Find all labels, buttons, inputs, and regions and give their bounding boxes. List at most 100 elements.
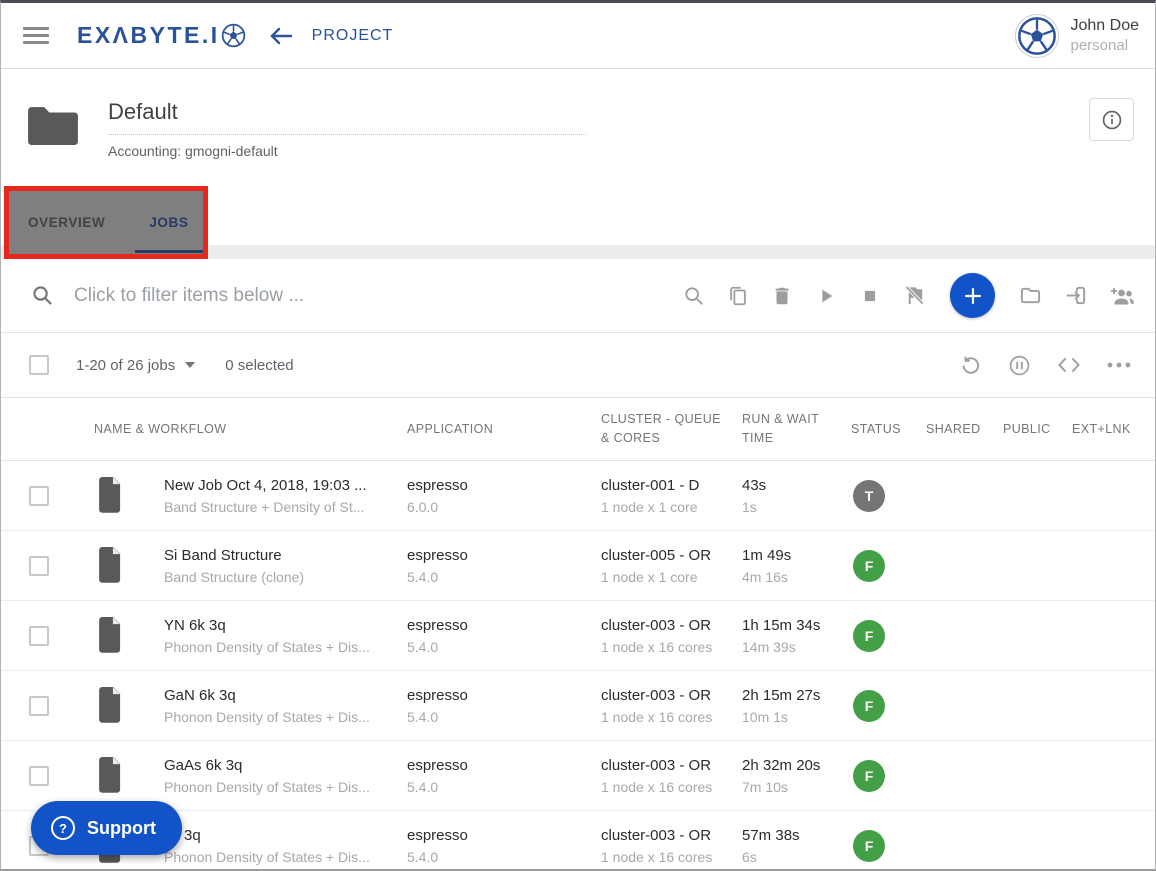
- selected-count: 0 selected: [225, 357, 293, 374]
- project-header: Default Accounting: gmogni-default: [1, 69, 1155, 185]
- job-version: 5.4.0: [407, 709, 601, 725]
- col-name-workflow[interactable]: NAME & WORKFLOW: [94, 420, 407, 439]
- user-menu[interactable]: John Doe personal: [1015, 14, 1140, 58]
- status-badge: F: [853, 760, 885, 792]
- job-version: 5.4.0: [407, 779, 601, 795]
- job-cluster: cluster-003 - OR: [601, 687, 742, 704]
- col-ext-lnk[interactable]: EXT+LNK: [1072, 420, 1155, 439]
- support-button[interactable]: ? Support: [31, 801, 182, 855]
- job-name: New Job Oct 4, 2018, 19:03 ...: [164, 477, 407, 494]
- row-checkbox[interactable]: [29, 696, 49, 716]
- job-workflow: Phonon Density of States + Dis...: [164, 849, 407, 865]
- col-shared[interactable]: SHARED: [926, 420, 1003, 439]
- job-wait-time: 10m 1s: [742, 709, 851, 725]
- status-badge: F: [853, 690, 885, 722]
- job-cluster: cluster-003 - OR: [601, 827, 742, 844]
- create-new-button[interactable]: [950, 273, 995, 318]
- job-name: Si Band Structure: [164, 547, 407, 564]
- job-cores: 1 node x 16 cores: [601, 779, 742, 795]
- delete-icon[interactable]: [771, 285, 793, 307]
- move-to-folder-icon[interactable]: [1019, 284, 1042, 307]
- import-icon[interactable]: [1064, 284, 1087, 307]
- job-workflow: Phonon Density of States + Dis...: [164, 639, 407, 655]
- avatar[interactable]: [1015, 14, 1059, 58]
- chevron-down-icon: [185, 362, 195, 368]
- pagination-dropdown[interactable]: 1-20 of 26 jobs: [76, 357, 195, 374]
- job-version: 5.4.0: [407, 849, 601, 865]
- pagination-label: 1-20 of 26 jobs: [76, 357, 175, 374]
- job-name: 6k 3q: [164, 827, 407, 844]
- filter-input[interactable]: [74, 285, 504, 307]
- tab-jobs[interactable]: JOBS: [147, 205, 190, 240]
- pause-icon[interactable]: [1008, 354, 1031, 377]
- table-row[interactable]: GaAs 6k 3q Phonon Density of States + Di…: [1, 741, 1155, 811]
- file-icon: [94, 687, 164, 724]
- row-checkbox[interactable]: [29, 766, 49, 786]
- back-arrow-icon[interactable]: [268, 25, 294, 47]
- page-title: Default: [108, 99, 586, 135]
- job-application: espresso: [407, 547, 601, 564]
- select-all-checkbox[interactable]: [29, 355, 49, 375]
- top-navigation-bar: EXΛBYTE.I PROJECT John Doe personal: [1, 3, 1155, 69]
- duplicate-icon[interactable]: [727, 285, 749, 307]
- job-version: 6.0.0: [407, 499, 601, 515]
- file-icon: [94, 617, 164, 654]
- project-accounting: Accounting: gmogni-default: [108, 143, 586, 159]
- menu-icon[interactable]: [23, 23, 49, 48]
- stop-icon[interactable]: [859, 285, 881, 307]
- selection-row: 1-20 of 26 jobs 0 selected: [1, 333, 1155, 398]
- row-checkbox[interactable]: [29, 486, 49, 506]
- list-actions: [959, 354, 1131, 377]
- cancel-flag-icon[interactable]: [903, 284, 926, 307]
- question-icon: ?: [51, 816, 75, 840]
- col-cluster[interactable]: CLUSTER - QUEUE & CORES: [601, 410, 742, 448]
- status-badge: F: [853, 550, 885, 582]
- table-row[interactable]: Si Band Structure Band Structure (clone)…: [1, 531, 1155, 601]
- job-cores: 1 node x 1 core: [601, 569, 742, 585]
- run-icon[interactable]: [815, 285, 837, 307]
- file-icon: [94, 547, 164, 584]
- job-cores: 1 node x 16 cores: [601, 849, 742, 865]
- plus-icon: [962, 285, 984, 307]
- job-wait-time: 6s: [742, 849, 851, 865]
- exabyte-logo[interactable]: EXΛBYTE.I: [77, 22, 246, 49]
- job-name: GaAs 6k 3q: [164, 757, 407, 774]
- job-cluster: cluster-005 - OR: [601, 547, 742, 564]
- job-run-time: 1h 15m 34s: [742, 617, 851, 634]
- col-run-wait[interactable]: RUN & WAIT TIME: [742, 410, 851, 448]
- toolbar-search-icon[interactable]: [683, 285, 705, 307]
- user-role: personal: [1071, 37, 1140, 54]
- info-button[interactable]: [1089, 98, 1134, 141]
- info-icon: [1101, 109, 1123, 131]
- breadcrumb: PROJECT: [312, 27, 394, 45]
- jobs-toolbar: [683, 273, 1135, 318]
- job-wait-time: 1s: [742, 499, 851, 515]
- project-folder-icon: [26, 103, 80, 185]
- tab-overview[interactable]: OVERVIEW: [26, 205, 107, 240]
- job-cores: 1 node x 1 core: [601, 499, 742, 515]
- col-application[interactable]: APPLICATION: [407, 420, 601, 439]
- job-workflow: Phonon Density of States + Dis...: [164, 779, 407, 795]
- job-run-time: 1m 49s: [742, 547, 851, 564]
- status-badge: F: [853, 830, 885, 862]
- code-icon[interactable]: [1057, 356, 1081, 374]
- table-row[interactable]: GaN 6k 3q Phonon Density of States + Dis…: [1, 671, 1155, 741]
- job-application: espresso: [407, 477, 601, 494]
- job-run-time: 2h 32m 20s: [742, 757, 851, 774]
- job-version: 5.4.0: [407, 639, 601, 655]
- more-icon[interactable]: [1107, 362, 1131, 368]
- table-row[interactable]: YN 6k 3q Phonon Density of States + Dis.…: [1, 601, 1155, 671]
- job-run-time: 57m 38s: [742, 827, 851, 844]
- table-row[interactable]: New Job Oct 4, 2018, 19:03 ... Band Stru…: [1, 461, 1155, 531]
- share-with-team-icon[interactable]: [1109, 285, 1135, 307]
- restore-icon[interactable]: [959, 354, 982, 377]
- col-status[interactable]: STATUS: [851, 420, 926, 439]
- job-workflow: Band Structure (clone): [164, 569, 407, 585]
- col-public[interactable]: PUBLIC: [1003, 420, 1072, 439]
- job-application: espresso: [407, 757, 601, 774]
- row-checkbox[interactable]: [29, 556, 49, 576]
- job-workflow: Band Structure + Density of St...: [164, 499, 407, 515]
- user-name: John Doe: [1071, 17, 1140, 35]
- job-application: espresso: [407, 687, 601, 704]
- row-checkbox[interactable]: [29, 626, 49, 646]
